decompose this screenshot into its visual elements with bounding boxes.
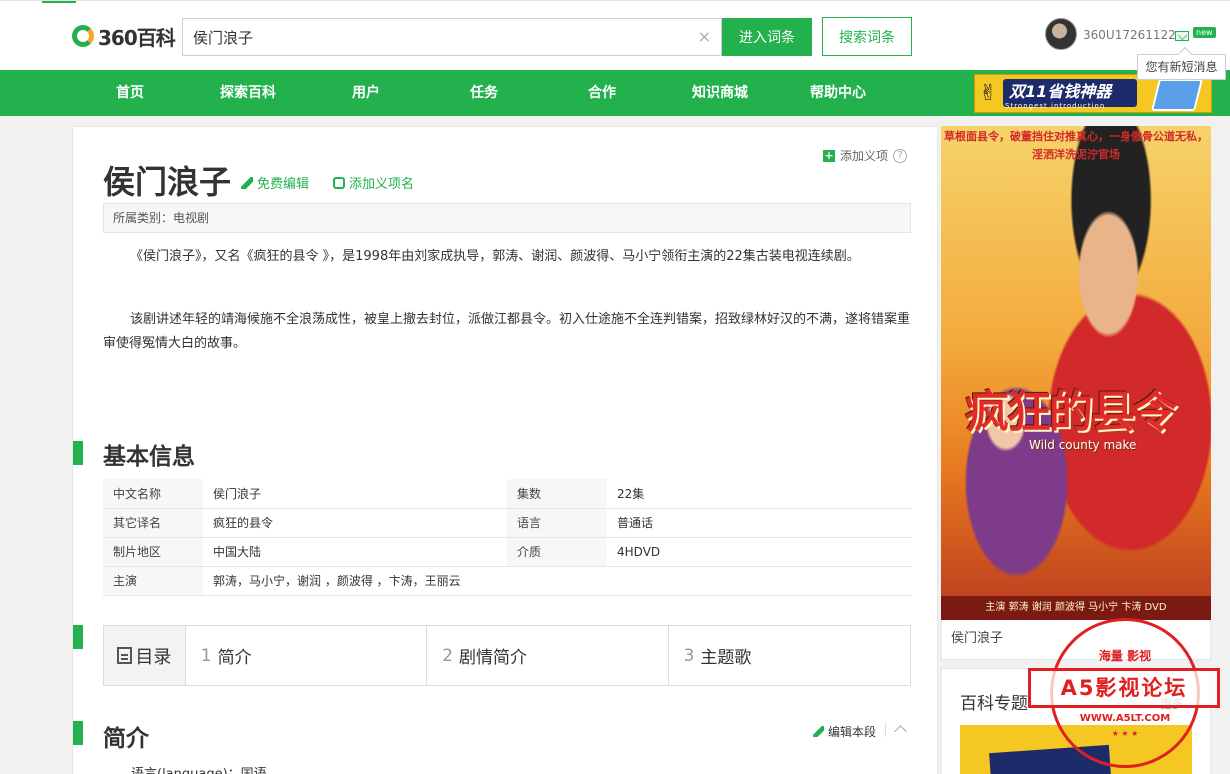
poster-credits: 主演 郭涛 谢润 颜波得 马小宁 卞涛 DVD: [941, 596, 1211, 620]
toc-number: 1: [200, 645, 212, 666]
summary-paragraph-2: 该剧讲述年轻的靖海候施不全浪荡成性，被皇上撤去封位，派做江都县令。初入仕途施不全…: [103, 312, 911, 351]
header-accent-line: [42, 1, 76, 3]
logo-text: 360百科: [98, 25, 176, 50]
edit-section-link[interactable]: 编辑本段: [813, 723, 876, 740]
watermark-top-text: 海量 影视: [1098, 649, 1152, 663]
info-key: 介质: [507, 537, 607, 567]
divider: [885, 723, 886, 737]
info-value: 中国大陆: [203, 537, 507, 567]
info-value: 疯狂的县令: [203, 508, 507, 538]
catalog-icon: [117, 647, 133, 664]
search-input[interactable]: [183, 19, 683, 55]
logo-ring-icon: [72, 25, 94, 47]
plus-icon: +: [823, 148, 835, 162]
toc-item-intro[interactable]: 1 简介: [186, 626, 428, 685]
add-sense-name-label: 添加义项名: [349, 177, 415, 192]
table-of-contents: 目录 1 简介 2 剧情简介 3 主题歌: [103, 625, 911, 686]
nav-cooperation[interactable]: 合作: [588, 70, 616, 116]
article-panel: + 添加义项 ? 侯门浪子 免费编辑 添加义项名 所属类别：电视剧 《侯门浪子》…: [72, 126, 938, 774]
info-key: 语言: [507, 508, 607, 538]
site-logo[interactable]: 360百科: [72, 23, 176, 50]
info-value: 22集: [607, 479, 911, 509]
watermark-top: 海量 影视: [1053, 647, 1197, 664]
topic-title: 百科专题: [960, 694, 1028, 714]
page-title: 侯门浪子: [103, 163, 232, 201]
info-key: 主演: [103, 566, 203, 596]
poster-tagline: 草根面县令，破董挡住对推真心，一身傲骨公道无私，淫洒洋洗泥泞官场: [944, 130, 1208, 161]
nav-tasks[interactable]: 任务: [470, 70, 498, 116]
info-value: 郭涛，马小宁，谢润 ，颜波得 ，卞涛，王丽云: [203, 566, 911, 596]
help-icon[interactable]: ?: [893, 148, 908, 163]
nav-users[interactable]: 用户: [352, 70, 380, 116]
info-key: 中文名称: [103, 479, 203, 509]
toc-label: 主题歌: [700, 648, 752, 668]
free-edit-label: 免费编辑: [257, 177, 310, 192]
chevron-up-icon[interactable]: [893, 723, 909, 737]
poster-image[interactable]: 草根面县令，破董挡住对推真心，一身傲骨公道无私，淫洒洋洗泥泞官场 疯狂的县令 W…: [941, 126, 1211, 620]
info-key: 制片地区: [103, 537, 203, 567]
language-line: 语言(language)：国语: [131, 763, 267, 774]
pencil-icon: [241, 176, 253, 189]
table-row: 制片地区 中国大陆 介质 4HDVD: [103, 537, 911, 567]
add-sense-name-link[interactable]: 添加义项名: [333, 173, 414, 192]
search-box: ×: [182, 18, 722, 56]
nav-home[interactable]: 首页: [116, 70, 144, 116]
nav-help-center[interactable]: 帮助中心: [810, 70, 866, 116]
toc-head: 目录: [104, 626, 186, 685]
clear-icon[interactable]: ×: [698, 28, 711, 46]
free-edit-link[interactable]: 免费编辑: [241, 173, 309, 192]
username-link[interactable]: 360U17261122: [1083, 28, 1176, 42]
info-value: 侯门浪子: [203, 479, 507, 509]
enter-entry-button[interactable]: 进入词条: [722, 18, 812, 56]
nav-explore[interactable]: 探索百科: [220, 70, 276, 116]
basic-info-table: 中文名称 侯门浪子 集数 22集 其它译名 疯狂的县令 语言 普通话 制片地区 …: [103, 479, 911, 596]
table-row: 中文名称 侯门浪子 集数 22集: [103, 479, 911, 509]
toc-item-plot[interactable]: 2 剧情简介: [427, 626, 669, 685]
pencil-icon: [813, 726, 824, 737]
phone-icon: [1151, 79, 1203, 111]
tag-add-icon: [333, 176, 345, 189]
poster-title: 疯狂的县令: [965, 387, 1177, 438]
info-key: 集数: [507, 479, 607, 509]
info-value: 4HDVD: [607, 537, 911, 567]
table-row: 主演 郭涛，马小宁，谢润 ，颜波得 ，卞涛，王丽云: [103, 566, 911, 596]
new-badge: new: [1193, 27, 1216, 38]
basic-info-title: 基本信息: [103, 444, 195, 470]
toc-number: 2: [442, 645, 454, 666]
intro-section-title: 简介: [103, 726, 149, 752]
nav-knowledge-store[interactable]: 知识商城: [692, 70, 748, 116]
toc-number: 3: [683, 645, 695, 666]
promo-title: 双11省钱神器: [1009, 82, 1112, 101]
mail-icon[interactable]: [1175, 31, 1189, 41]
watermark-url: WWW.A5LT.COM: [1079, 713, 1171, 724]
search-entry-button[interactable]: 搜索词条: [822, 17, 912, 56]
top-header: 360百科 × 进入词条 搜索词条 360U17261122 new: [0, 0, 1230, 70]
watermark-band: A5影视论坛: [1028, 668, 1220, 708]
summary-paragraph-1: 《侯门浪子》，又名《疯狂的县令 》，是1998年由刘家成执导，郭涛、谢润、颜波得…: [130, 249, 860, 264]
toc-label: 剧情简介: [459, 648, 528, 668]
add-sense-link[interactable]: + 添加义项 ?: [823, 147, 908, 164]
toc-head-label: 目录: [135, 646, 172, 668]
section-marker: [73, 721, 83, 745]
watermark-dots: ★ ★ ★: [1111, 729, 1139, 738]
edit-section-label: 编辑本段: [828, 725, 877, 739]
poster-subtitle: Wild county make: [1029, 438, 1137, 452]
message-tooltip[interactable]: 您有新短消息: [1137, 54, 1226, 80]
info-value: 普通话: [607, 508, 911, 538]
table-row: 其它译名 疯狂的县令 语言 普通话: [103, 508, 911, 538]
promo-subtitle: Strongest introduction: [1005, 102, 1106, 110]
section-marker: [73, 625, 83, 649]
main-nav: 首页 探索百科 用户 任务 合作 知识商城 帮助中心 ✌ 双11省钱神器 Str…: [0, 70, 1230, 116]
toc-item-theme-song[interactable]: 3 主题歌: [669, 626, 910, 685]
toc-label: 简介: [217, 648, 252, 668]
category-bar: 所属类别：电视剧: [103, 203, 911, 233]
hand-icon: ✌: [979, 81, 998, 106]
add-sense-label: 添加义项: [840, 149, 889, 163]
info-key: 其它译名: [103, 508, 203, 538]
avatar[interactable]: [1045, 18, 1077, 50]
section-marker: [73, 441, 83, 465]
